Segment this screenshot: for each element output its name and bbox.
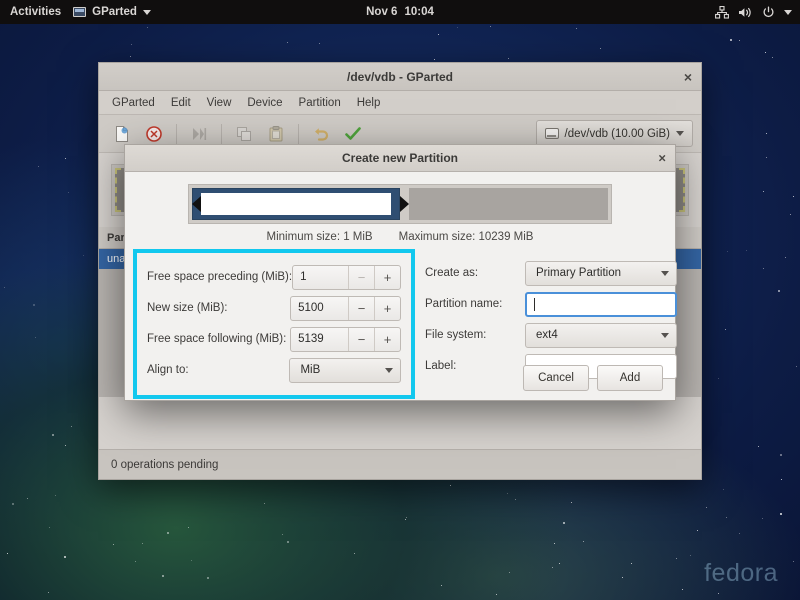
- app-menu-button[interactable]: GParted: [73, 6, 151, 18]
- size-preview-fill: [201, 193, 391, 215]
- spinner-value[interactable]: 5100: [291, 297, 348, 320]
- field-label: File system:: [425, 329, 487, 341]
- gnome-top-bar: Activities GParted Nov 6 10:04: [0, 0, 800, 24]
- dialog-actions: Cancel Add: [523, 365, 663, 391]
- chevron-down-icon: [385, 367, 393, 373]
- create-partition-dialog: Create new Partition × Minimum size: 1 M…: [124, 144, 677, 401]
- window-icon: [73, 7, 87, 17]
- spinner-increment-button[interactable]: +: [374, 327, 400, 351]
- partition-name-input[interactable]: [525, 291, 677, 317]
- device-selector[interactable]: /dev/vdb (10.00 GiB): [535, 120, 693, 147]
- chevron-down-icon: [661, 332, 669, 338]
- spinner-value[interactable]: 5139: [291, 328, 348, 351]
- size-preview: [137, 180, 663, 226]
- field-label: Partition name:: [425, 298, 503, 310]
- toolbar-separator: [221, 123, 222, 144]
- activities-button[interactable]: Activities: [0, 6, 73, 18]
- menu-item-device[interactable]: Device: [240, 94, 289, 112]
- spinner-increment-button[interactable]: +: [374, 296, 400, 320]
- resize-handle-left-icon[interactable]: [192, 196, 201, 212]
- menu-item-help[interactable]: Help: [350, 94, 388, 112]
- chevron-down-icon: [142, 9, 151, 15]
- size-preview-free-space: [409, 188, 608, 220]
- disk-icon: [544, 128, 559, 139]
- field-label: Create as:: [425, 267, 479, 279]
- field-label: Free space preceding (MiB):: [147, 271, 293, 283]
- text-cursor: [534, 297, 535, 311]
- field-free-space-following: Free space following (MiB): 5139 − +: [147, 324, 401, 354]
- clock-time: 10:04: [404, 6, 434, 18]
- gparted-menubar[interactable]: GParted Edit View Device Partition Help: [99, 91, 701, 115]
- field-file-system: File system: ext4: [425, 320, 677, 350]
- new-size-spinner[interactable]: 5100 − +: [290, 295, 401, 321]
- field-label: Label:: [425, 360, 457, 372]
- field-align-to: Align to: MiB: [147, 355, 401, 385]
- field-label: Free space following (MiB):: [147, 333, 287, 345]
- maximum-size-label: Maximum size: 10239 MiB: [398, 231, 534, 243]
- create-as-dropdown[interactable]: Primary Partition: [525, 260, 677, 286]
- field-label: New size (MiB):: [147, 302, 228, 314]
- clock-date: Nov 6: [366, 6, 398, 18]
- spinner-value[interactable]: 1: [293, 266, 348, 289]
- minimum-size-label: Minimum size: 1 MiB: [266, 231, 373, 243]
- network-icon[interactable]: [715, 5, 729, 19]
- chevron-down-icon: [676, 131, 684, 136]
- resize-handle-right-icon[interactable]: [400, 196, 409, 212]
- size-limits: Minimum size: 1 MiB Maximum size: 10239 …: [137, 226, 663, 249]
- cancel-button[interactable]: Cancel: [523, 365, 589, 391]
- dropdown-value: Primary Partition: [536, 267, 621, 279]
- size-preview-new-partition[interactable]: [192, 188, 409, 220]
- gparted-title: /dev/vdb - GParted: [346, 69, 454, 84]
- spinner-increment-button[interactable]: +: [374, 265, 400, 289]
- gparted-titlebar[interactable]: /dev/vdb - GParted ×: [99, 63, 701, 91]
- chevron-down-icon[interactable]: [784, 9, 792, 15]
- spinner-decrement-button[interactable]: −: [348, 327, 374, 351]
- spinner-decrement-button[interactable]: −: [348, 296, 374, 320]
- field-partition-name: Partition name:: [425, 289, 677, 319]
- toolbar-separator: [176, 123, 177, 144]
- menu-item-view[interactable]: View: [200, 94, 239, 112]
- power-icon[interactable]: [762, 6, 775, 19]
- dialog-titlebar[interactable]: Create new Partition ×: [125, 145, 675, 172]
- app-menu-label: GParted: [92, 6, 137, 18]
- close-icon[interactable]: ×: [658, 152, 666, 165]
- volume-icon[interactable]: [738, 6, 753, 19]
- size-preview-track[interactable]: [188, 184, 612, 224]
- menu-item-gparted[interactable]: GParted: [105, 94, 162, 112]
- field-free-space-preceding: Free space preceding (MiB): 1 − +: [147, 262, 401, 292]
- chevron-down-icon: [661, 270, 669, 276]
- size-options-group: Free space preceding (MiB): 1 − + New si…: [133, 249, 415, 399]
- system-tray[interactable]: [715, 5, 792, 19]
- align-to-dropdown[interactable]: MiB: [289, 357, 401, 383]
- fedora-watermark: fedora: [704, 559, 778, 587]
- dropdown-value: ext4: [536, 329, 558, 341]
- dropdown-value: MiB: [300, 364, 321, 376]
- free-space-preceding-spinner[interactable]: 1 − +: [292, 264, 401, 290]
- dialog-title: Create new Partition: [341, 151, 459, 165]
- status-bar: 0 operations pending: [99, 449, 701, 479]
- close-icon[interactable]: ×: [684, 70, 692, 84]
- spinner-decrement-button[interactable]: −: [348, 265, 374, 289]
- menu-item-edit[interactable]: Edit: [164, 94, 198, 112]
- toolbar-separator: [298, 123, 299, 144]
- field-create-as: Create as: Primary Partition: [425, 258, 677, 288]
- device-selector-label: /dev/vdb (10.00 GiB): [564, 127, 670, 140]
- free-space-following-spinner[interactable]: 5139 − +: [290, 326, 401, 352]
- status-text: 0 operations pending: [111, 458, 219, 471]
- field-new-size: New size (MiB): 5100 − +: [147, 293, 401, 323]
- add-button[interactable]: Add: [597, 365, 663, 391]
- clock-button[interactable]: Nov 6 10:04: [366, 6, 434, 18]
- file-system-dropdown[interactable]: ext4: [525, 322, 677, 348]
- field-label: Align to:: [147, 364, 189, 376]
- menu-item-partition[interactable]: Partition: [292, 94, 348, 112]
